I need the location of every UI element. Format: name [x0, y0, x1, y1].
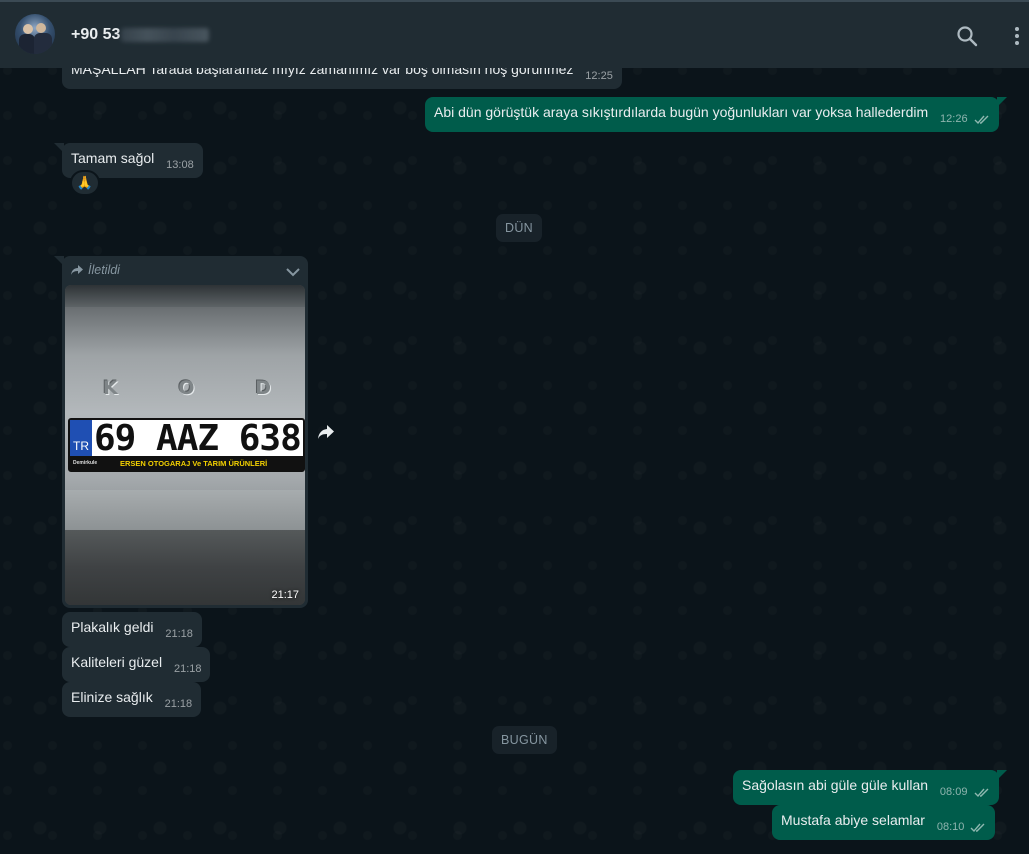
chat-header: +90 53	[0, 0, 1029, 68]
car-badge-letters: K O D	[103, 377, 273, 399]
image-time: 21:17	[271, 589, 299, 601]
message-list[interactable]: MAŞALLAH Tarada başlaramaz mıyız zamanım…	[0, 68, 1029, 854]
date-divider: BUGÜN	[492, 726, 557, 754]
plate-country-code: TR	[70, 420, 92, 456]
share-arrow-icon	[318, 425, 334, 439]
date-divider: DÜN	[496, 214, 542, 242]
message-time: 21:18	[164, 698, 193, 710]
message-time: 08:10	[937, 818, 987, 837]
message-text: Elinize sağlık	[71, 689, 153, 705]
message-time: 12:26	[940, 110, 990, 129]
double-check-icon	[974, 115, 989, 124]
message-text: Sağolasın abi güle güle kullan	[742, 777, 929, 793]
contact-phone: +90 53	[71, 26, 121, 43]
message-text: MAŞALLAH Tarada başlaramaz mıyız zamanım…	[71, 68, 574, 77]
message-text: Tamam sağol	[71, 150, 155, 166]
contact-avatar[interactable]	[15, 14, 55, 54]
search-icon[interactable]	[955, 24, 979, 48]
message-time: 08:09	[940, 783, 990, 802]
reaction-badge[interactable]: 🙏	[70, 170, 100, 196]
forward-arrow-icon	[71, 265, 83, 275]
message-outgoing[interactable]: Mustafa abiye selamlar 08:10	[772, 805, 996, 840]
plate-number: 69 AAZ 638	[94, 418, 302, 459]
double-check-icon	[970, 823, 985, 832]
message-time: 21:18	[173, 663, 202, 675]
message-time: 12:25	[585, 70, 613, 82]
menu-dots-icon[interactable]	[1005, 24, 1029, 48]
double-check-icon	[974, 788, 989, 797]
license-plate-photo[interactable]: K O D TR 69 AAZ 638 Demirkule ERSEN OTOG…	[65, 285, 305, 605]
message-outgoing[interactable]: Abi dün görüştük araya sıkıştırdılarda b…	[425, 97, 1007, 132]
message-outgoing[interactable]: Sağolasın abi güle güle kullan 08:09	[733, 770, 1007, 805]
forwarded-label: İletildi	[70, 263, 120, 277]
license-plate: TR 69 AAZ 638 Demirkule ERSEN OTOGARAJ V…	[68, 418, 305, 472]
message-text: Plakalık geldi	[71, 619, 154, 635]
plate-dealer-strip: Demirkule ERSEN OTOGARAJ Ve TARIM ÜRÜNLE…	[70, 456, 303, 470]
message-incoming[interactable]: MAŞALLAH Tarada başlaramaz mıyız zamanım…	[62, 68, 622, 89]
message-incoming[interactable]: Elinize sağlık 21:18	[62, 682, 202, 717]
message-text: Mustafa abiye selamlar	[781, 812, 925, 828]
chevron-down-icon[interactable]	[284, 263, 302, 281]
message-time: 13:08	[166, 159, 194, 171]
forwarded-image-message[interactable]: İletildi K O D TR 69 AAZ 638 Demirkule E…	[54, 256, 308, 608]
message-incoming[interactable]: Kaliteleri güzel 21:18	[62, 647, 211, 682]
contact-name[interactable]: +90 53	[71, 26, 210, 44]
redacted-phone-digits	[121, 28, 210, 42]
message-time: 21:18	[165, 628, 193, 640]
message-text: Kaliteleri güzel	[71, 654, 163, 670]
message-text: Abi dün görüştük araya sıkıştırdılarda b…	[434, 104, 929, 120]
message-incoming[interactable]: Plakalık geldi 21:18	[62, 612, 202, 647]
forward-button[interactable]	[312, 418, 340, 446]
pray-emoji: 🙏	[76, 175, 94, 190]
